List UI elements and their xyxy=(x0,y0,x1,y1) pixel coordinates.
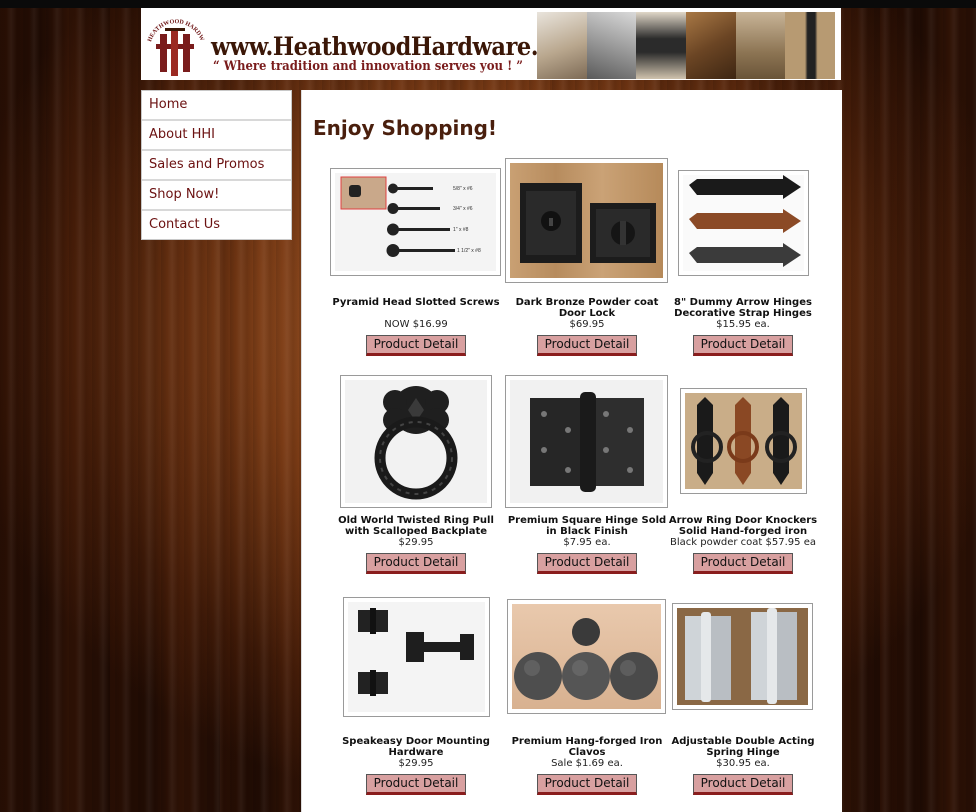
header-banner[interactable]: HEATHWOOD HARDWARE INC www.HeathwoodHard… xyxy=(141,8,841,80)
nav-item-home[interactable]: Home xyxy=(142,91,291,121)
product-name[interactable]: 8" Dummy Arrow Hinges Decorative Strap H… xyxy=(658,297,828,319)
hardware-photo-collage xyxy=(537,12,836,79)
product-name[interactable]: Premium Square Hinge Sold in Black Finis… xyxy=(502,515,672,537)
product-detail-button[interactable]: Product Detail xyxy=(366,774,466,795)
svg-text:1 1/2" x #8: 1 1/2" x #8 xyxy=(457,248,481,254)
product-image-door-knockers[interactable] xyxy=(680,388,807,494)
product-price: NOW $16.99 xyxy=(384,319,448,330)
product-price: $15.95 ea. xyxy=(716,319,770,330)
product-price: $29.95 xyxy=(398,758,434,769)
left-navigation: Home About HHI Sales and Promos Shop Now… xyxy=(141,90,292,240)
nav-item-shop[interactable]: Shop Now! xyxy=(142,181,291,211)
product-detail-button[interactable]: Product Detail xyxy=(693,553,793,574)
product-price: Black powder coat $57.95 ea xyxy=(670,537,816,548)
product-image-ring-pull[interactable] xyxy=(340,375,492,508)
hh-monogram-logo: HEATHWOOD HARDWARE INC xyxy=(143,12,205,76)
product-price: $69.95 xyxy=(569,319,605,330)
product-name[interactable]: Speakeasy Door Mounting Hardware xyxy=(331,736,501,758)
nav-item-contact[interactable]: Contact Us xyxy=(142,211,291,239)
product-detail-button[interactable]: Product Detail xyxy=(366,553,466,574)
product-name[interactable]: Premium Hang-forged Iron Clavos xyxy=(502,736,672,758)
product-name[interactable]: Pyramid Head Slotted Screws xyxy=(331,297,501,308)
product-image-door-lock[interactable] xyxy=(505,158,668,283)
product-name[interactable]: Arrow Ring Door Knockers Solid Hand-forg… xyxy=(658,515,828,537)
top-band xyxy=(0,0,976,8)
nav-item-sales[interactable]: Sales and Promos xyxy=(142,151,291,181)
site-title[interactable]: www.HeathwoodHardware.com xyxy=(211,32,590,61)
svg-text:3/4" x #6: 3/4" x #6 xyxy=(453,206,473,212)
product-price: Sale $1.69 ea. xyxy=(551,758,623,769)
svg-text:5/8" x #6: 5/8" x #6 xyxy=(453,186,473,192)
product-price: $7.95 ea. xyxy=(563,537,611,548)
product-name[interactable]: Dark Bronze Powder coat Door Lock xyxy=(502,297,672,319)
product-price: $30.95 ea. xyxy=(716,758,770,769)
product-detail-button[interactable]: Product Detail xyxy=(366,335,466,356)
product-detail-button[interactable]: Product Detail xyxy=(693,774,793,795)
product-image-clavos[interactable] xyxy=(507,599,666,714)
product-image-square-hinge[interactable] xyxy=(505,375,668,508)
svg-text:1" x #8: 1" x #8 xyxy=(453,227,469,233)
product-name[interactable]: Adjustable Double Acting Spring Hinge xyxy=(658,736,828,758)
product-price: $29.95 xyxy=(398,537,434,548)
product-image-arrow-hinges[interactable] xyxy=(678,170,809,276)
page-title: Enjoy Shopping! xyxy=(313,116,498,140)
site-tagline: “ Where tradition and innovation serves … xyxy=(213,59,524,74)
product-detail-button[interactable]: Product Detail xyxy=(537,335,637,356)
product-detail-button[interactable]: Product Detail xyxy=(537,774,637,795)
product-name[interactable]: Old World Twisted Ring Pull with Scallop… xyxy=(331,515,501,537)
product-image-speakeasy-hardware[interactable] xyxy=(343,597,490,717)
product-detail-button[interactable]: Product Detail xyxy=(693,335,793,356)
nav-item-about[interactable]: About HHI xyxy=(142,121,291,151)
product-image-screws[interactable]: 5/8" x #6 3/4" x #6 1" x #8 1 1/2" x #8 xyxy=(330,168,501,276)
product-detail-button[interactable]: Product Detail xyxy=(537,553,637,574)
product-image-spring-hinge[interactable] xyxy=(672,603,813,710)
main-content: Enjoy Shopping! 5/8" x #6 3/4" x #6 1" x … xyxy=(301,90,842,812)
